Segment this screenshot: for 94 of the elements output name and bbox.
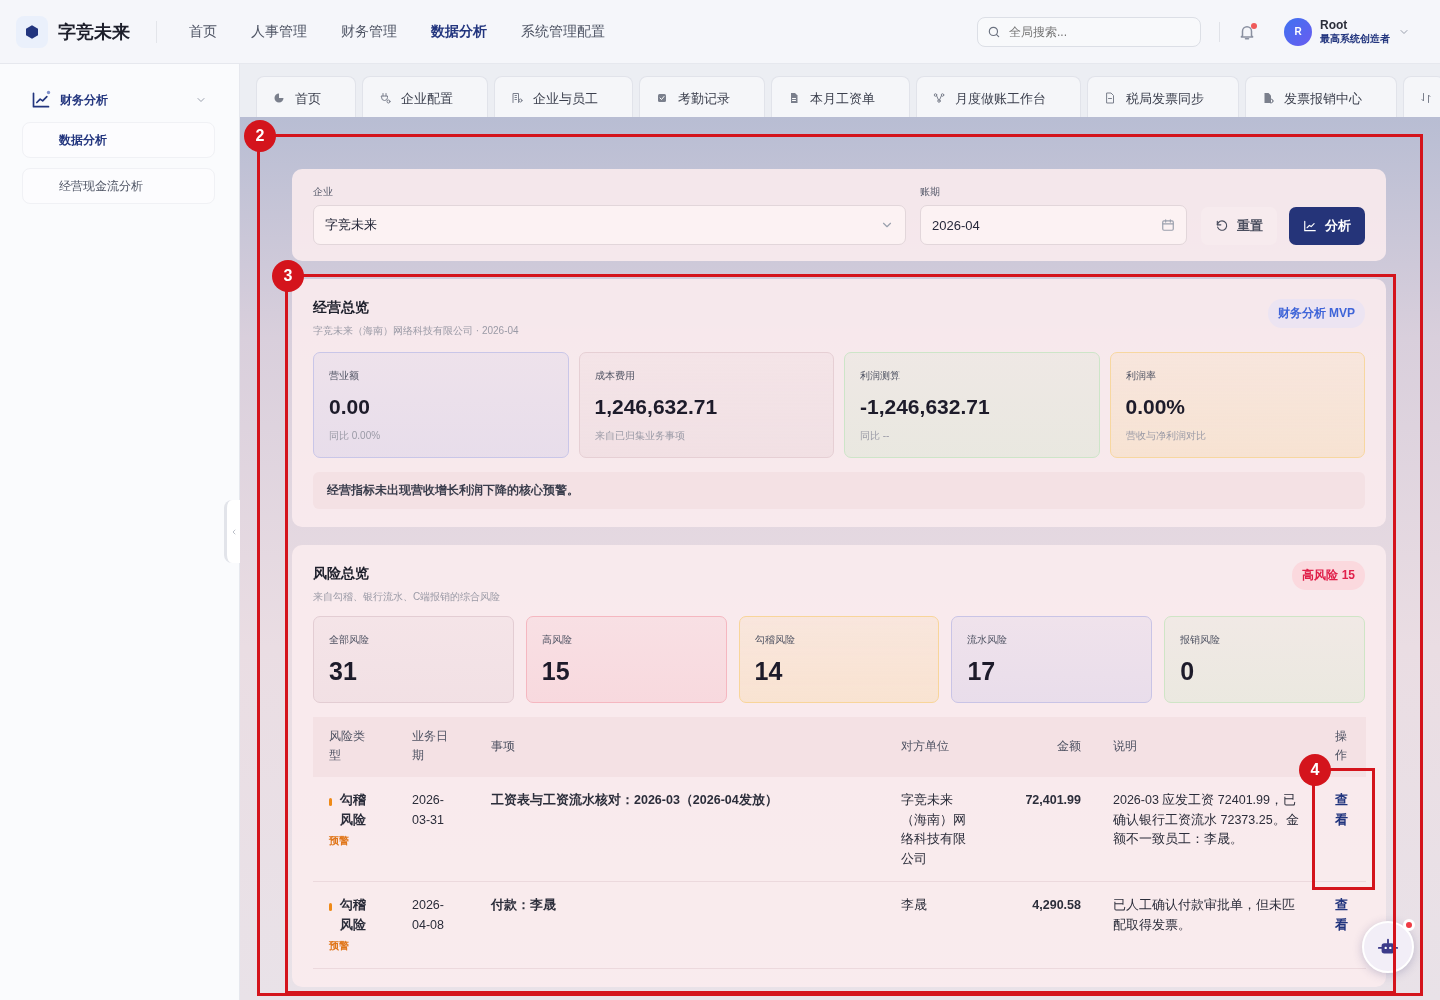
table-cell: 字竞未来（海南）网络科技有限公司 xyxy=(891,777,981,882)
stat-note: 来自已归集业务事项 xyxy=(594,429,686,443)
stat-label: 利润测算 xyxy=(860,369,901,383)
line-chart-icon xyxy=(30,90,52,110)
tab[interactable]: 月度做账工作台 xyxy=(916,76,1081,117)
field-label: 账期 xyxy=(920,185,941,199)
section-title: 风险总览 xyxy=(313,565,370,583)
nav-link[interactable]: 财务管理 xyxy=(341,22,397,41)
nav-link[interactable]: 人事管理 xyxy=(251,22,307,41)
swap-icon xyxy=(1420,92,1432,104)
view-link[interactable]: 查看 xyxy=(1335,791,1349,830)
document-icon xyxy=(1104,92,1116,104)
stat-note: 营收与净利润对比 xyxy=(1125,429,1207,443)
tab[interactable]: 企业配置 xyxy=(362,76,488,117)
stat-value: 1,246,632.71 xyxy=(594,395,719,419)
stat-value: 17 xyxy=(967,657,997,686)
avatar[interactable]: R xyxy=(1284,17,1312,46)
risk-type: 勾稽风险 xyxy=(340,792,367,829)
column-header: 业务日期 xyxy=(402,717,481,777)
table-cell: 4,290.58 xyxy=(981,881,1091,968)
notification-button[interactable] xyxy=(1238,22,1256,41)
risk-level: 预警 xyxy=(329,834,350,848)
table-cell: 72,401.99 xyxy=(981,777,1091,882)
section-title: 经营总览 xyxy=(313,299,370,317)
risk-type: 勾稽风险 xyxy=(340,897,367,934)
risk-level: 预警 xyxy=(329,939,350,953)
stat-note: 同比 0.00% xyxy=(329,429,382,443)
user-name: Root xyxy=(1320,17,1349,32)
stat-value: 15 xyxy=(541,657,571,686)
table-cell: 已人工确认付款审批单，但未匹配取得发票。 xyxy=(1091,881,1313,968)
status-badge: 高风险 15 xyxy=(1292,561,1365,590)
stat-label: 成本费用 xyxy=(594,369,636,383)
table-cell: 工资表与工资流水核对：2026-03（2026-04发放） xyxy=(481,777,891,882)
pie-chart-icon xyxy=(273,92,285,104)
sidebar-item[interactable]: 数据分析 xyxy=(22,122,215,158)
nav-link[interactable]: 首页 xyxy=(189,22,217,41)
stat-label: 利润率 xyxy=(1125,369,1157,383)
column-header: 对方单位 xyxy=(891,717,981,777)
stat-label: 营业额 xyxy=(329,369,360,383)
section-subtitle: 字竞未来（海南）网络科技有限公司 · 2026-04 xyxy=(313,324,519,338)
stat-value: 0 xyxy=(1180,657,1196,686)
notice-text: 经营指标未出现营收增长利润下降的核心预警。 xyxy=(313,472,1365,509)
stat-note: 同比 -- xyxy=(860,429,891,443)
search-field[interactable]: 全局搜索... xyxy=(977,16,1201,47)
stat-value: -1,246,632.71 xyxy=(860,395,991,419)
tab[interactable]: 企业与员工 xyxy=(494,76,633,117)
table-cell: 2026-04-08 xyxy=(402,881,481,968)
building-icon xyxy=(511,92,523,104)
undo-icon xyxy=(1215,219,1229,233)
tab[interactable]: 税局发票同步 xyxy=(1087,76,1239,117)
reset-button[interactable]: 重置 xyxy=(1201,207,1277,245)
column-header: 金额 xyxy=(981,717,1091,777)
user-role: 最高系统创造者 xyxy=(1320,31,1390,46)
company-select[interactable]: 字竞未来 xyxy=(313,205,906,245)
stat-value: 14 xyxy=(754,657,784,686)
section-subtitle: 来自勾稽、银行流水、C端报销的综合风险 xyxy=(313,590,501,604)
nodes-icon xyxy=(933,92,945,104)
column-header: 风险类型 xyxy=(313,717,402,777)
tab[interactable] xyxy=(1403,76,1440,117)
stat-value: 31 xyxy=(329,657,358,686)
tab[interactable]: 考勤记录 xyxy=(639,76,765,117)
collapse-handle[interactable] xyxy=(224,500,240,563)
status-badge: 财务分析 MVP xyxy=(1267,299,1365,328)
stat-label: 报销风险 xyxy=(1180,633,1222,647)
stat-value: 0.00% xyxy=(1125,395,1187,419)
stat-label: 全部风险 xyxy=(329,633,370,647)
stat-label: 高风险 xyxy=(541,633,573,647)
tab[interactable]: 首页 xyxy=(256,76,356,117)
tab[interactable]: 本月工资单 xyxy=(771,76,910,117)
tab[interactable]: 发票报销中心 xyxy=(1245,76,1397,117)
table-cell: 付款：李晟 xyxy=(481,881,891,968)
sidebar-group[interactable]: 财务分析 xyxy=(22,88,215,112)
stat-value: 0.00 xyxy=(329,395,371,419)
stat-label: 流水风险 xyxy=(967,633,1009,647)
cube-icon xyxy=(24,23,40,40)
plug-icon xyxy=(379,92,391,104)
document-icon xyxy=(1262,92,1274,104)
stat-label: 勾稽风险 xyxy=(754,633,796,647)
search-icon xyxy=(987,24,1001,39)
checkbox-icon xyxy=(656,92,668,104)
document-icon xyxy=(788,92,800,104)
table-cell: 李晟 xyxy=(891,881,981,968)
app-name: 字竞未来 xyxy=(58,20,130,44)
column-header: 事项 xyxy=(481,717,891,777)
analyze-button[interactable]: 分析 xyxy=(1289,207,1365,245)
nav-link[interactable]: 数据分析 xyxy=(431,22,487,41)
nav-link[interactable]: 系统管理配置 xyxy=(521,22,605,41)
table-cell: 2026-03-31 xyxy=(402,777,481,882)
line-chart-icon xyxy=(1303,219,1317,233)
field-label: 企业 xyxy=(313,185,334,199)
view-link[interactable]: 查看 xyxy=(1335,896,1349,935)
calendar-icon xyxy=(1161,218,1175,232)
period-picker[interactable]: 2026-04 xyxy=(920,205,1187,245)
sidebar-item[interactable]: 经营现金流分析 xyxy=(22,168,215,204)
